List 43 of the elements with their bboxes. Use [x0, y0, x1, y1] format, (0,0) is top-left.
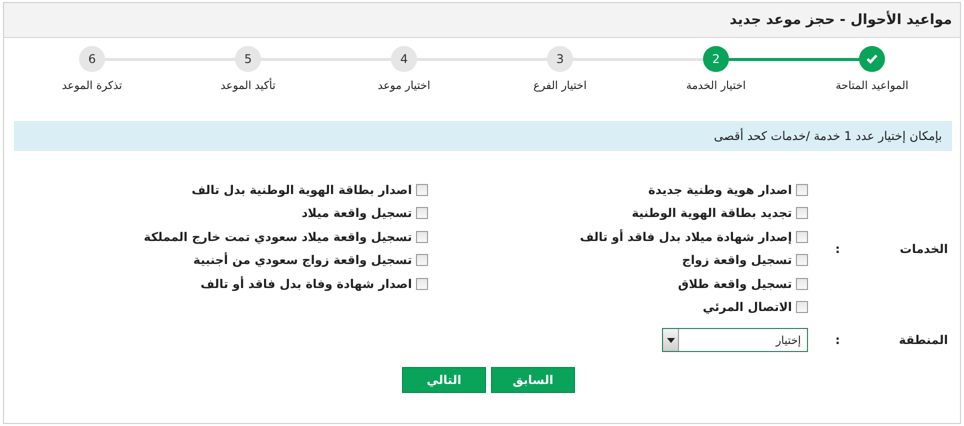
service-option: تسجيل واقعة زواج سعودي من أجنبية: [193, 253, 412, 268]
separator: :: [834, 333, 840, 347]
region-dropdown[interactable]: إختيار: [662, 328, 808, 352]
service-option: اصدار بطاقة الهوية الوطنية بدل تالف: [192, 182, 412, 197]
checkbox[interactable]: [796, 254, 808, 266]
step-number: 6: [79, 46, 105, 72]
service-option: تجديد بطاقة الهوية الوطنية: [632, 206, 792, 220]
notice-text: بإمكان إختيار عدد 1 خدمة /خدمات كحد أقصى: [714, 129, 942, 143]
checkbox[interactable]: [416, 254, 428, 266]
service-option: اصدار شهادة وفاة بدل فاقد أو تالف: [200, 276, 412, 291]
step-label: تأكيد الموعد: [220, 79, 276, 92]
checkbox[interactable]: [416, 230, 428, 243]
checkbox[interactable]: [796, 278, 808, 290]
service-option: تسجيل واقعة طلاق: [678, 276, 792, 291]
step-number: 4: [391, 46, 417, 72]
service-option: تسجيل واقعة ميلاد: [302, 206, 412, 220]
dropdown-caret-icon[interactable]: [663, 329, 679, 351]
step-number: 2: [703, 46, 729, 72]
checkbox[interactable]: [796, 301, 808, 314]
checkbox[interactable]: [416, 184, 428, 196]
service-option: تسجيل واقعة زواج: [682, 253, 792, 268]
checkbox[interactable]: [416, 207, 428, 220]
step-label: المواعيد المتاحة: [836, 79, 908, 92]
separator: :: [834, 242, 840, 256]
service-option: الاتصال المرئي: [702, 300, 792, 314]
checkbox[interactable]: [796, 230, 808, 243]
region-label: المنطقة: [898, 333, 949, 347]
step-label: اختيار الخدمة: [686, 79, 746, 92]
services-label: الخدمات: [898, 242, 949, 256]
nav-button[interactable]: التالي: [402, 367, 486, 393]
step-number: 5: [235, 46, 261, 72]
checkbox[interactable]: [796, 184, 808, 196]
checkbox[interactable]: [416, 278, 428, 290]
service-option: إصدار شهادة ميلاد بدل فاقد أو تالف: [580, 230, 792, 244]
step-label: اختيار الفرع: [533, 79, 587, 92]
nav-button[interactable]: السابق: [491, 367, 575, 393]
step-label: تذكرة الموعد: [62, 79, 122, 92]
service-option: اصدار هوية وطنية جديدة: [648, 182, 792, 197]
step-number: 3: [547, 46, 573, 72]
step-label: اختيار موعد: [378, 79, 430, 92]
service-option: تسجيل واقعة ميلاد سعودي تمت خارج المملكة: [144, 230, 412, 244]
window-title: مواعيد الأحوال - حجز موعد جديد: [730, 12, 952, 28]
checkbox[interactable]: [796, 207, 808, 220]
